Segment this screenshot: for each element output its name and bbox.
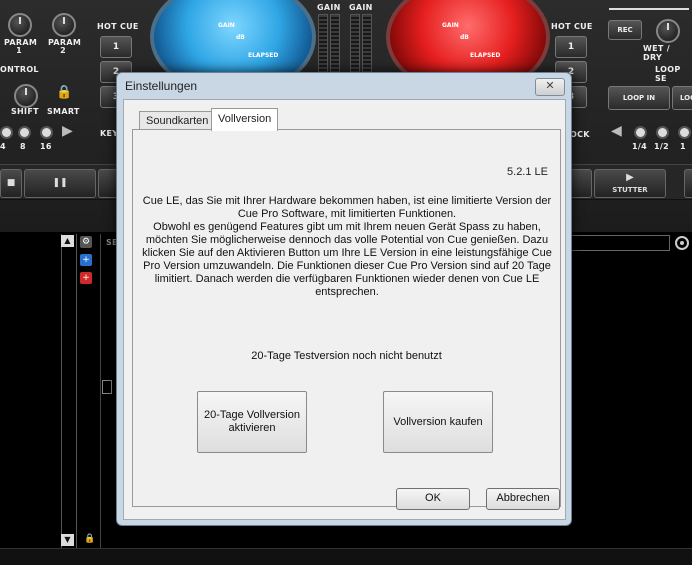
stutter-button[interactable]: ▶ STUTTER [594,169,666,198]
lock-label: OCK [570,130,590,139]
scroll-down-arrow[interactable]: ▼ [61,534,74,546]
loop-dot-half[interactable] [656,126,669,139]
status-bar [0,548,692,565]
wet-dry-knob[interactable] [656,19,680,43]
sidebar-gear-icon[interactable]: ⚙ [80,236,92,248]
activate-trial-button[interactable]: 20-Tage Vollversion aktivieren [197,391,307,453]
sidebar-add-folder-icon[interactable]: + [80,254,92,266]
beat-label-4: 4 [0,142,6,151]
pause-button[interactable]: ❚❚ [24,169,96,198]
browser-divider [100,234,101,552]
gain-label-left: GAIN [317,3,341,12]
beat-dot-4[interactable] [0,126,13,139]
browser-checkbox[interactable] [102,380,112,394]
cancel-button[interactable]: Abbrechen [486,488,560,510]
version-label: 5.2.1 LE [507,166,548,178]
hot-cue-1-right[interactable]: 1 [555,36,587,58]
loop-out-button[interactable]: LOO [672,86,692,110]
transport-button-6[interactable] [684,169,692,198]
left-db-text: dB [236,34,245,41]
play-arrow-icon[interactable]: ▶ [62,123,73,139]
vollversion-panel: 5.2.1 LE Cue LE, das Sie mit Ihrer Hardw… [132,129,561,507]
beat-dot-16[interactable] [40,126,53,139]
description-paragraph-1: Cue LE, das Sie mit Ihrer Hardware bekom… [142,195,552,220]
right-elapsed-text: ELAPSED [470,52,501,59]
loop-size-one: 1 [680,142,686,151]
description-paragraph-2: Obwohl es genügend Features gibt um mit … [142,221,552,298]
target-icon[interactable] [675,236,689,250]
beat-label-16: 16 [40,142,52,151]
browser-search-input[interactable] [560,235,670,251]
param1-knob[interactable] [8,13,32,37]
license-description: Cue LE, das Sie mit Ihrer Hardware bekom… [141,195,553,299]
hot-cue-label-right: HOT CUE [551,22,593,31]
buy-full-version-label: Vollversion kaufen [393,415,483,428]
loop-size-quarter: 1/4 [632,142,647,151]
transport-button-4[interactable] [570,169,592,198]
right-db-text: dB [460,34,469,41]
loop-size-half: 1/2 [654,142,669,151]
shift-label: SHIFT [11,107,39,116]
stutter-play-icon: ▶ [626,172,634,183]
beat-label-8: 8 [20,142,26,151]
browser-lock-icon[interactable]: 🔒 [84,534,95,544]
stutter-label: STUTTER [612,186,648,194]
settings-dialog: Einstellungen ✕ Soundkarten Vollversion … [116,72,572,526]
stop-button[interactable]: ■ [0,169,22,198]
gain-label-right: GAIN [349,3,373,12]
hot-cue-label-left: HOT CUE [97,22,139,31]
left-elapsed-text: ELAPSED [248,52,279,59]
loop-in-button[interactable]: LOOP IN [608,86,670,110]
loop-section-label: LOOP SE [655,65,681,83]
rewind-arrow-icon[interactable]: ◀ [611,123,622,139]
dialog-client-area: Soundkarten Vollversion 5.2.1 LE Cue LE,… [123,99,566,520]
param2-knob[interactable] [52,13,76,37]
dialog-title: Einstellungen [125,79,198,93]
tab-soundkarten[interactable]: Soundkarten [139,111,216,130]
left-gain-text: GAIN [218,22,235,29]
ok-button[interactable]: OK [396,488,470,510]
param1-label: PARAM 1 [4,38,38,55]
control-label: ONTROL [0,65,39,74]
activate-trial-label: 20-Tage Vollversion aktivieren [203,409,300,434]
beat-dot-8[interactable] [18,126,31,139]
lock-icon[interactable]: 🔒 [56,85,72,100]
loop-dot-one[interactable] [678,126,691,139]
hot-cue-1-left[interactable]: 1 [100,36,132,58]
scroll-up-arrow[interactable]: ▲ [61,235,74,247]
loop-dot-quarter[interactable] [634,126,647,139]
browser-scrollbar[interactable] [61,234,77,548]
param2-label: PARAM 2 [48,38,82,55]
right-gain-text: GAIN [442,22,459,29]
shift-knob[interactable] [14,84,38,108]
trial-status: 20-Tage Testversion noch nicht benutzt [251,350,442,362]
close-icon[interactable]: ✕ [535,78,565,96]
sidebar-remove-folder-icon[interactable]: + [80,272,92,284]
right-deck-divider [609,8,689,10]
buy-full-version-button[interactable]: Vollversion kaufen [383,391,493,453]
smart-label: SMART [47,107,80,116]
rec-button[interactable]: REC [608,20,642,40]
tab-vollversion[interactable]: Vollversion [211,108,279,131]
wet-dry-label: WET / DRY [643,44,670,62]
